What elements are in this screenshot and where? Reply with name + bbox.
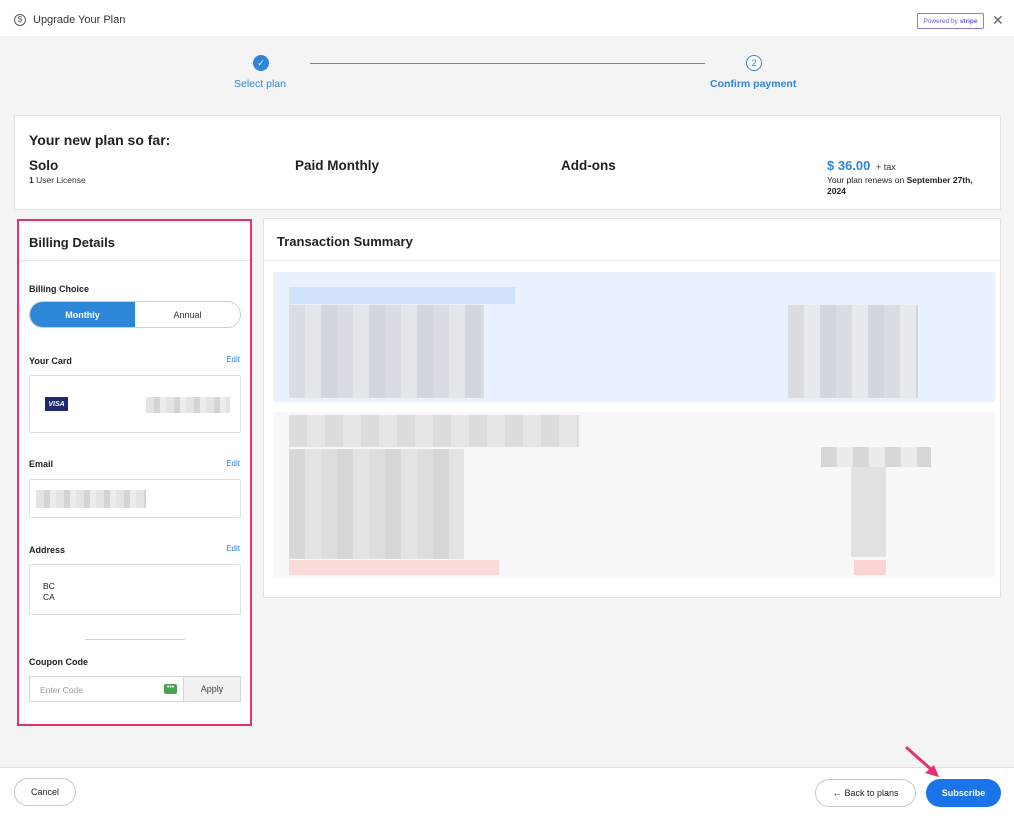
dialog-footer: Cancel ← Back to plans Subscribe [0,767,1014,816]
step-confirm-payment: Confirm payment [710,78,797,90]
edit-card-link[interactable]: Edit [226,355,240,364]
plan-licenses: 1 User License [29,175,86,185]
powered-by-text: Powered by [923,17,958,25]
billing-details-title: Billing Details [29,235,115,250]
address-display[interactable]: BC CA [29,564,241,615]
redacted-bar-red-right [854,560,886,575]
back-arrow-icon: ← [832,788,842,798]
redacted-rows-lower-right [821,447,931,467]
email-display[interactable] [29,479,241,518]
card-display[interactable]: VISA [29,375,241,433]
transaction-summary-panel: Transaction Summary [263,218,1001,598]
close-icon[interactable]: ✕ [992,13,1004,27]
license-count: 1 [29,175,34,185]
address-line-1: BC [43,581,55,591]
section-divider [85,639,185,640]
visa-card-icon: VISA [45,397,68,411]
plan-price: $ 36.00 + tax [827,158,896,173]
plan-summary-card: Your new plan so far: Solo 1 User Licens… [14,115,1001,210]
coupon-placeholder: Enter Code [40,685,83,695]
subscribe-button[interactable]: Subscribe [926,779,1001,807]
redacted-bar-red-left [289,560,499,575]
window-title: Upgrade Your Plan [33,14,126,26]
email-redacted [36,490,146,508]
transaction-summary-header: Transaction Summary [264,219,1000,261]
coupon-field: Enter Code ••• Apply [29,676,241,702]
powered-by-stripe-badge[interactable]: Powered by stripe [917,13,984,29]
edit-email-link[interactable]: Edit [226,459,240,468]
transaction-summary-title: Transaction Summary [277,234,413,249]
your-card-label: Your Card [29,356,72,366]
addons-title: Add-ons [561,158,616,173]
renewal-info: Your plan renews on September 27th, 2024 [827,175,987,197]
redacted-rows-right [788,305,918,398]
plan-summary-heading: Your new plan so far: [29,132,171,148]
cancel-button[interactable]: Cancel [14,778,76,806]
apply-coupon-button[interactable]: Apply [183,677,240,701]
billing-choice-label: Billing Choice [29,284,90,294]
step-2-number: 2 [746,55,762,71]
billing-details-panel: Billing Details Billing Choice Monthly A… [17,219,252,726]
billing-option-annual[interactable]: Annual [135,302,240,327]
coupon-code-label: Coupon Code [29,657,88,667]
address-line-2: CA [43,592,55,602]
back-to-plans-button[interactable]: ← Back to plans [815,779,916,807]
email-label: Email [29,459,54,469]
billing-frequency: Paid Monthly [295,158,379,173]
redacted-rows-lower-left [289,449,464,559]
renew-prefix: Your plan renews on [827,175,905,185]
pointer-arrow-icon [905,746,939,777]
redacted-bar-highlight [289,287,515,304]
billing-details-header: Billing Details [19,221,250,261]
price-tax: + tax [876,162,896,172]
billing-option-monthly[interactable]: Monthly [30,302,135,327]
upgrade-icon: $ [14,14,26,26]
address-label: Address [29,545,66,555]
license-label: User License [36,175,86,185]
edit-address-link[interactable]: Edit [226,544,240,553]
step-select-plan[interactable]: Select plan [234,78,286,90]
step-connector [310,63,705,64]
coupon-input[interactable]: Enter Code ••• [30,677,183,701]
plan-name: Solo [29,158,59,173]
redacted-col-lower-right [851,467,886,557]
billing-choice-toggle: Monthly Annual [29,301,241,328]
window-header: $ Upgrade Your Plan Powered by stripe ✕ [0,0,1014,36]
step-1-check-icon: ✓ [253,55,269,71]
back-to-plans-label: Back to plans [844,788,899,798]
price-amount: $ 36.00 [827,158,871,173]
card-number-redacted [146,397,230,413]
keyboard-icon: ••• [164,684,177,694]
stripe-brand: stripe [959,17,978,25]
redacted-bar-lower [289,415,579,447]
redacted-rows-left [289,305,484,398]
